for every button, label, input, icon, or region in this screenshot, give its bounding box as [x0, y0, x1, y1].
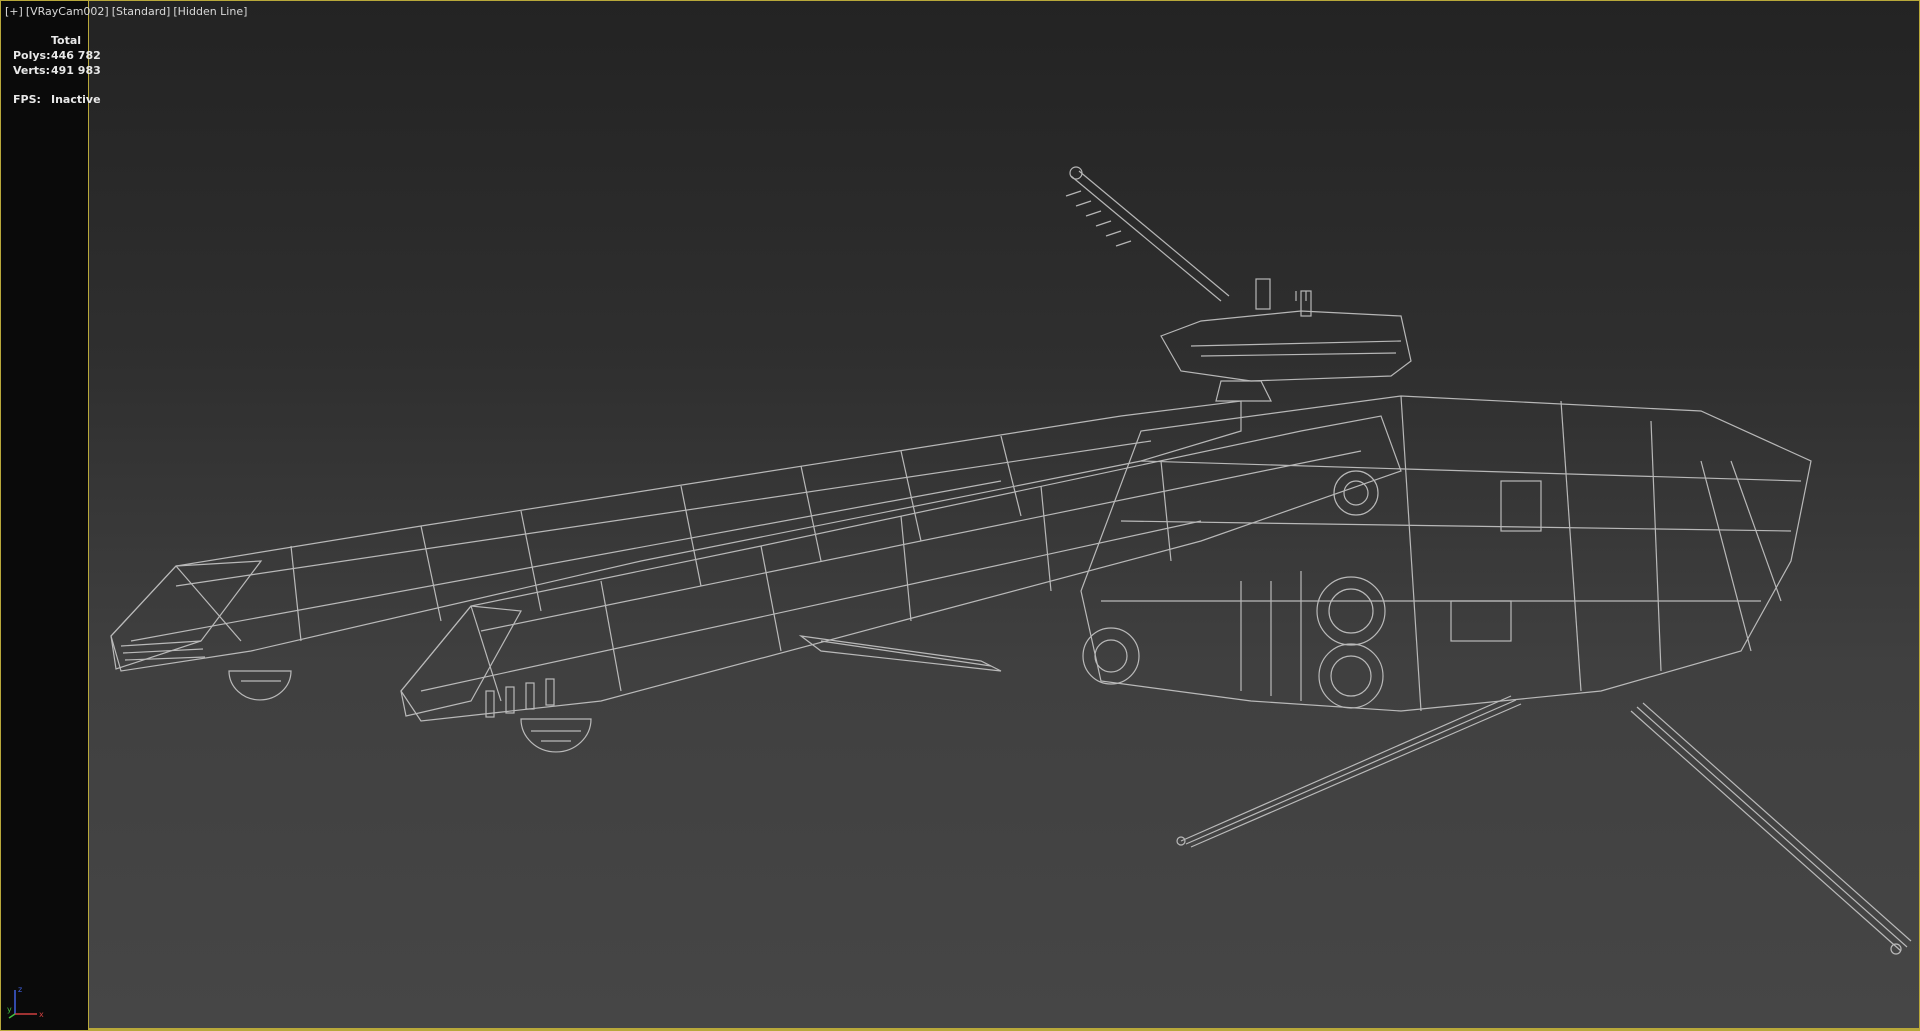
- axis-gizmo-icon: z x y: [7, 985, 44, 1019]
- statistics-overlay: Total Polys: 446 782 Verts: 491 983 FPS:…: [13, 33, 101, 107]
- stats-fps-row: FPS: Inactive: [13, 92, 101, 107]
- viewport-bottom-border: [89, 1028, 1919, 1030]
- polys-label: Polys:: [13, 49, 51, 62]
- fps-value: Inactive: [51, 93, 101, 106]
- polys-value: 446 782: [51, 49, 101, 62]
- stats-verts-row: Verts: 491 983: [13, 63, 101, 78]
- viewport-camera-menu[interactable]: [VRayCam002]: [26, 5, 109, 18]
- viewport-label-menu: [+] [VRayCam002] [Standard] [Hidden Line]: [5, 5, 250, 18]
- verts-label: Verts:: [13, 64, 51, 77]
- stats-polys-row: Polys: 446 782: [13, 48, 101, 63]
- left-info-panel: [1, 1, 89, 1030]
- wireframe-spaceship-model[interactable]: [1, 1, 1919, 1030]
- axis-z-label: z: [18, 985, 22, 994]
- stats-header: Total: [51, 34, 82, 47]
- axis-x-label: x: [39, 1010, 44, 1019]
- viewport-perspective[interactable]: [+] [VRayCam002] [Standard] [Hidden Line] T…: [0, 0, 1920, 1031]
- axis-y-label: y: [7, 1005, 12, 1014]
- viewport-general-menu[interactable]: [+]: [5, 5, 23, 18]
- viewport-display-mode-menu[interactable]: [Hidden Line]: [173, 5, 247, 18]
- fps-label: FPS:: [13, 93, 41, 106]
- viewport-shading-standard-menu[interactable]: [Standard]: [112, 5, 171, 18]
- verts-value: 491 983: [51, 64, 101, 77]
